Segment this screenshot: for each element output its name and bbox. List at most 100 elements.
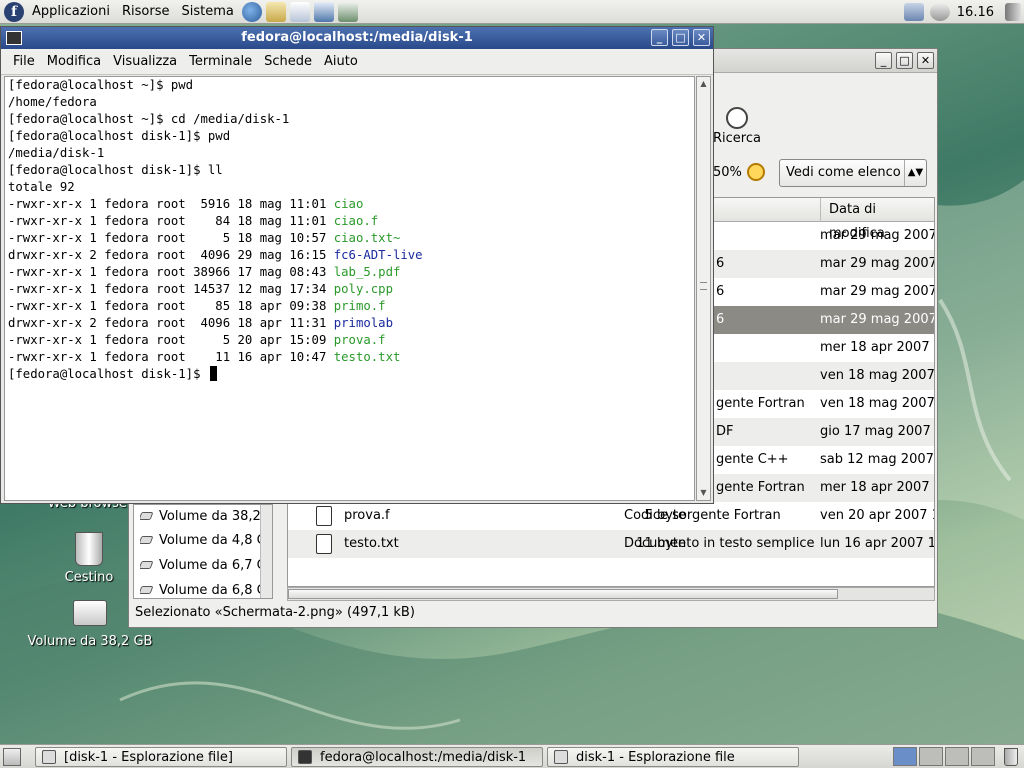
terminal-cursor (209, 366, 217, 381)
hscroll-track[interactable] (287, 587, 935, 601)
file-type: Codice sorgente Fortran (624, 508, 781, 523)
terminal-title: fedora@localhost:/media/disk-1 (241, 30, 473, 45)
terminal-line-text: drwxr-xr-x 2 fedora root 4096 18 apr 11:… (8, 316, 334, 330)
file-list-hscrollbar[interactable] (129, 587, 935, 601)
column-header-date[interactable]: Data di modifica (820, 198, 934, 241)
impress-launcher-icon[interactable] (313, 1, 334, 22)
terminal-line: /media/disk-1 (8, 145, 694, 162)
file-type-partial: 6 (716, 312, 725, 327)
file-date: ven 18 mag 2007 (820, 368, 934, 383)
table-row[interactable]: prova.f 5 byte Codice sorgente Fortran ven … (288, 502, 934, 530)
network-icon[interactable] (903, 3, 924, 21)
terminal-line-text: -rwxr-xr-x 1 fedora root 11 16 apr 10:47 (8, 350, 334, 364)
workspace-2[interactable] (919, 747, 943, 766)
scroll-down-icon[interactable]: ▼ (697, 486, 710, 500)
file-icon (316, 506, 332, 526)
terminal-line: -rwxr-xr-x 1 fedora root 5916 18 mag 11:… (8, 196, 694, 213)
terminal-prompt-line[interactable]: [fedora@localhost disk-1]$ (8, 366, 694, 383)
term-close-button[interactable]: ✕ (693, 29, 710, 46)
hscroll-thumb[interactable] (288, 589, 838, 599)
fedora-logo-icon[interactable]: f (4, 1, 24, 22)
scroll-grip-icon[interactable] (700, 282, 707, 290)
menu-file[interactable]: File (7, 54, 41, 69)
terminal-scrollbar[interactable]: ▲ ▼ (696, 76, 711, 501)
search-button[interactable]: Ricerca (713, 107, 761, 146)
terminal-titlebar[interactable]: fedora@localhost:/media/disk-1 _ □ ✕ (1, 27, 713, 49)
sidebar-item-label: Volume da 38,2 G (159, 509, 260, 524)
sidebar-item-label: Volume da 4,8 GB (159, 533, 260, 548)
task-file-manager[interactable]: disk-1 - Esplorazione file (547, 747, 799, 767)
terminal-line-text: -rwxr-xr-x 1 fedora root 84 18 mag 11:01 (8, 214, 334, 228)
drive-icon (140, 512, 154, 520)
task-label: disk-1 - Esplorazione file (576, 749, 735, 765)
terminal-icon (6, 31, 22, 45)
task-label: [disk-1 - Esplorazione file] (64, 749, 233, 765)
places-sidebar: Volume da 38,2 G Volume da 4,8 GB Volume… (133, 504, 273, 599)
workspace-1[interactable] (893, 747, 917, 766)
menu-schede[interactable]: Schede (258, 54, 318, 69)
terminal-file-name: testo.txt (333, 350, 401, 364)
terminal-line-text: -rwxr-xr-x 1 fedora root 38966 17 mag 08… (8, 265, 334, 279)
terminal-line: [fedora@localhost ~]$ cd /media/disk-1 (8, 111, 694, 128)
menu-modifica[interactable]: Modifica (41, 54, 107, 69)
zoom-icon[interactable] (747, 163, 765, 181)
task-terminal[interactable]: fedora@localhost:/media/disk-1 (291, 747, 543, 767)
fm-maximize-button[interactable]: □ (896, 52, 913, 69)
file-type-partial: DF (716, 424, 734, 439)
file-date: lun 16 apr 2007 1( (820, 536, 934, 551)
fm-close-button[interactable]: ✕ (917, 52, 934, 69)
term-minimize-button[interactable]: _ (651, 29, 668, 46)
menu-applicazioni[interactable]: Applicazioni (26, 0, 116, 24)
terminal-dir-name: primolab (333, 316, 393, 330)
terminal-line-text: -rwxr-xr-x 1 fedora root 85 18 apr 09:38 (8, 299, 334, 313)
workspace-3[interactable] (945, 747, 969, 766)
terminal-line-text: [fedora@localhost ~]$ cd /media/disk-1 (8, 112, 290, 126)
term-maximize-button[interactable]: □ (672, 29, 689, 46)
menu-terminale[interactable]: Terminale (183, 54, 258, 69)
calc-launcher-icon[interactable] (337, 1, 358, 22)
terminal-line: -rwxr-xr-x 1 fedora root 84 18 mag 11:01… (8, 213, 694, 230)
sidebar-item-volume-3[interactable]: Volume da 6,7 GB (140, 558, 260, 573)
update-icon[interactable] (929, 3, 950, 21)
terminal-line: -rwxr-xr-x 1 fedora root 5 20 apr 15:09 … (8, 332, 694, 349)
terminal-file-name: prova.f (333, 333, 386, 347)
terminal-line-text: [fedora@localhost disk-1]$ ll (8, 163, 223, 177)
menu-sistema[interactable]: Sistema (175, 0, 239, 24)
fm-minimize-button[interactable]: _ (875, 52, 892, 69)
menu-visualizza[interactable]: Visualizza (107, 54, 183, 69)
file-date: mar 29 mag 2007 (820, 256, 934, 271)
terminal-screen[interactable]: [fedora@localhost ~]$ pwd/home/fedora [fe… (4, 76, 695, 501)
terminal-line: -rwxr-xr-x 1 fedora root 11 16 apr 10:47… (8, 349, 694, 366)
volume-icon[interactable] (1005, 3, 1021, 21)
terminal-line: drwxr-xr-x 2 fedora root 4096 29 mag 16:… (8, 247, 694, 264)
task-file-manager-minimized[interactable]: [disk-1 - Esplorazione file] (35, 747, 287, 767)
workspace-4[interactable] (971, 747, 995, 766)
sidebar-item-volume-1[interactable]: Volume da 38,2 G (140, 509, 260, 524)
file-name: prova.f (344, 508, 390, 523)
terminal-file-name: ciao (333, 197, 364, 211)
terminal-file-name: poly.cpp (333, 282, 393, 296)
file-date: mar 29 mag 2007 (820, 228, 934, 243)
menu-risorse[interactable]: Risorse (116, 0, 176, 24)
file-date: mar 29 mag 2007 (820, 284, 934, 299)
file-type: Documento in testo semplice (624, 536, 815, 551)
table-row[interactable]: testo.txt 11 byte Documento in testo sempl… (288, 530, 934, 558)
scroll-up-icon[interactable]: ▲ (697, 77, 710, 91)
view-mode-select[interactable]: Vedi come elenco ▲▼ (779, 159, 927, 187)
terminal-line-text: /home/fedora (8, 95, 97, 109)
writer-launcher-icon[interactable] (289, 1, 310, 22)
trash-applet-icon[interactable] (1004, 748, 1018, 766)
email-launcher-icon[interactable] (265, 1, 286, 22)
terminal-line-text: [fedora@localhost disk-1]$ pwd (8, 129, 231, 143)
menu-aiuto[interactable]: Aiuto (318, 54, 364, 69)
sidebar-scrollbar[interactable] (260, 505, 272, 598)
terminal-line-text: [fedora@localhost ~]$ pwd (8, 78, 194, 92)
clock[interactable]: 16.16 (957, 5, 994, 20)
desktop-icon-trash[interactable]: Cestino (44, 532, 134, 585)
terminal-line: [fedora@localhost disk-1]$ ll (8, 162, 694, 179)
sidebar-item-volume-2[interactable]: Volume da 4,8 GB (140, 533, 260, 548)
search-icon (725, 107, 748, 129)
show-desktop-icon[interactable] (3, 748, 21, 766)
web-browser-launcher-icon[interactable] (241, 1, 262, 22)
file-date: mar 29 mag 2007 (820, 312, 934, 327)
